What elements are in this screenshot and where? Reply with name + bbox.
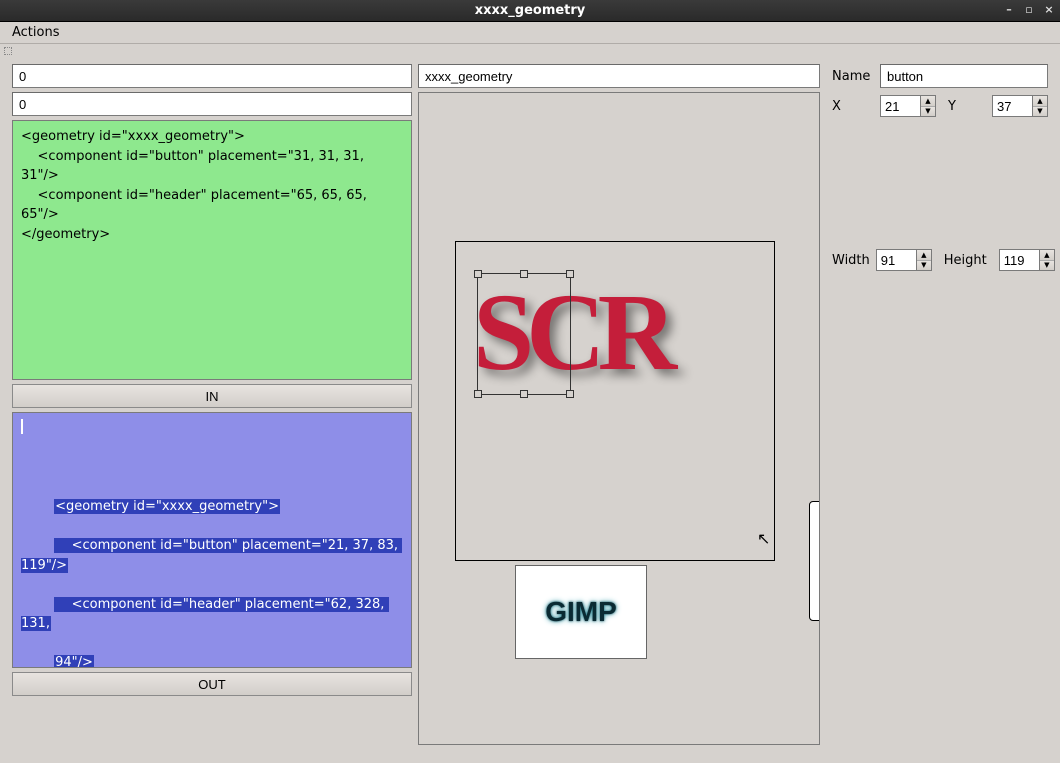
height-stepper[interactable]: ▲▼ [999, 249, 1055, 271]
resize-handle-icon[interactable] [474, 270, 482, 278]
x-stepper[interactable]: ▲▼ [880, 95, 936, 117]
spin-down-icon[interactable]: ▼ [917, 261, 931, 271]
y-label: Y [948, 99, 956, 114]
resize-handle-icon[interactable] [520, 270, 528, 278]
x-label: X [832, 99, 874, 114]
menu-actions[interactable]: Actions [6, 23, 66, 42]
clipped-element [809, 501, 820, 621]
numeric-input-2[interactable] [12, 92, 412, 116]
xml-out-line: <geometry id="xxxx_geometry"> [54, 499, 280, 514]
spin-up-icon[interactable]: ▲ [917, 250, 931, 261]
window-title: xxxx_geometry [0, 3, 1060, 18]
name-field[interactable] [880, 64, 1048, 88]
spin-up-icon[interactable]: ▲ [1033, 96, 1047, 107]
x-field[interactable] [880, 95, 920, 117]
width-stepper[interactable]: ▲▼ [876, 249, 932, 271]
resize-handle-icon[interactable] [520, 390, 528, 398]
gimp-logo-text: GIMP [545, 596, 617, 628]
out-button[interactable]: OUT [12, 672, 412, 696]
geometry-name-input[interactable] [418, 64, 820, 88]
spin-up-icon[interactable]: ▲ [1040, 250, 1054, 261]
y-stepper[interactable]: ▲▼ [992, 95, 1048, 117]
middle-column: SCR GIMP ↖ [418, 64, 820, 745]
window-titlebar: xxxx_geometry – ▫ × [0, 0, 1060, 22]
resize-handle-icon[interactable] [566, 270, 574, 278]
name-label: Name [832, 69, 874, 84]
xml-out-lines: <geometry id="xxxx_geometry"> <component… [21, 478, 403, 669]
in-button[interactable]: IN [12, 384, 412, 408]
close-icon[interactable]: × [1042, 3, 1056, 17]
xml-out-line: <component id="header" placement="62, 32… [21, 597, 389, 632]
spin-down-icon[interactable]: ▼ [921, 107, 935, 117]
spacer [832, 124, 1048, 242]
y-field[interactable] [992, 95, 1032, 117]
minimize-icon[interactable]: – [1002, 3, 1016, 17]
xml-out-textarea[interactable]: <geometry id="xxxx_geometry"> <component… [12, 412, 412, 668]
spin-down-icon[interactable]: ▼ [1033, 107, 1047, 117]
xml-out-line: <component id="button" placement="21, 37… [21, 538, 402, 573]
xml-out-line: 94"/> [54, 655, 94, 668]
toolbar-grip-row [0, 44, 1060, 54]
workspace: <geometry id="xxxx_geometry"> <component… [0, 54, 1060, 763]
spin-up-icon[interactable]: ▲ [921, 96, 935, 107]
height-label: Height [944, 253, 987, 268]
resize-handle-icon[interactable] [474, 390, 482, 398]
menubar: Actions [0, 22, 1060, 44]
grip-icon[interactable] [4, 47, 12, 55]
design-canvas[interactable]: SCR GIMP ↖ [418, 92, 820, 745]
text-caret-icon [21, 419, 23, 434]
resize-handle-icon[interactable] [566, 390, 574, 398]
height-field[interactable] [999, 249, 1039, 271]
maximize-icon[interactable]: ▫ [1022, 3, 1036, 17]
selection-box[interactable] [477, 273, 571, 395]
properties-column: Name X ▲▼ Y ▲▼ Width ▲▼ Height [826, 64, 1048, 745]
numeric-input-1[interactable] [12, 64, 412, 88]
width-field[interactable] [876, 249, 916, 271]
width-label: Width [832, 253, 870, 268]
left-column: <geometry id="xxxx_geometry"> <component… [12, 64, 412, 745]
xml-in-textarea[interactable]: <geometry id="xxxx_geometry"> <component… [12, 120, 412, 380]
spin-down-icon[interactable]: ▼ [1040, 261, 1054, 271]
gimp-thumbnail[interactable]: GIMP [515, 565, 647, 659]
